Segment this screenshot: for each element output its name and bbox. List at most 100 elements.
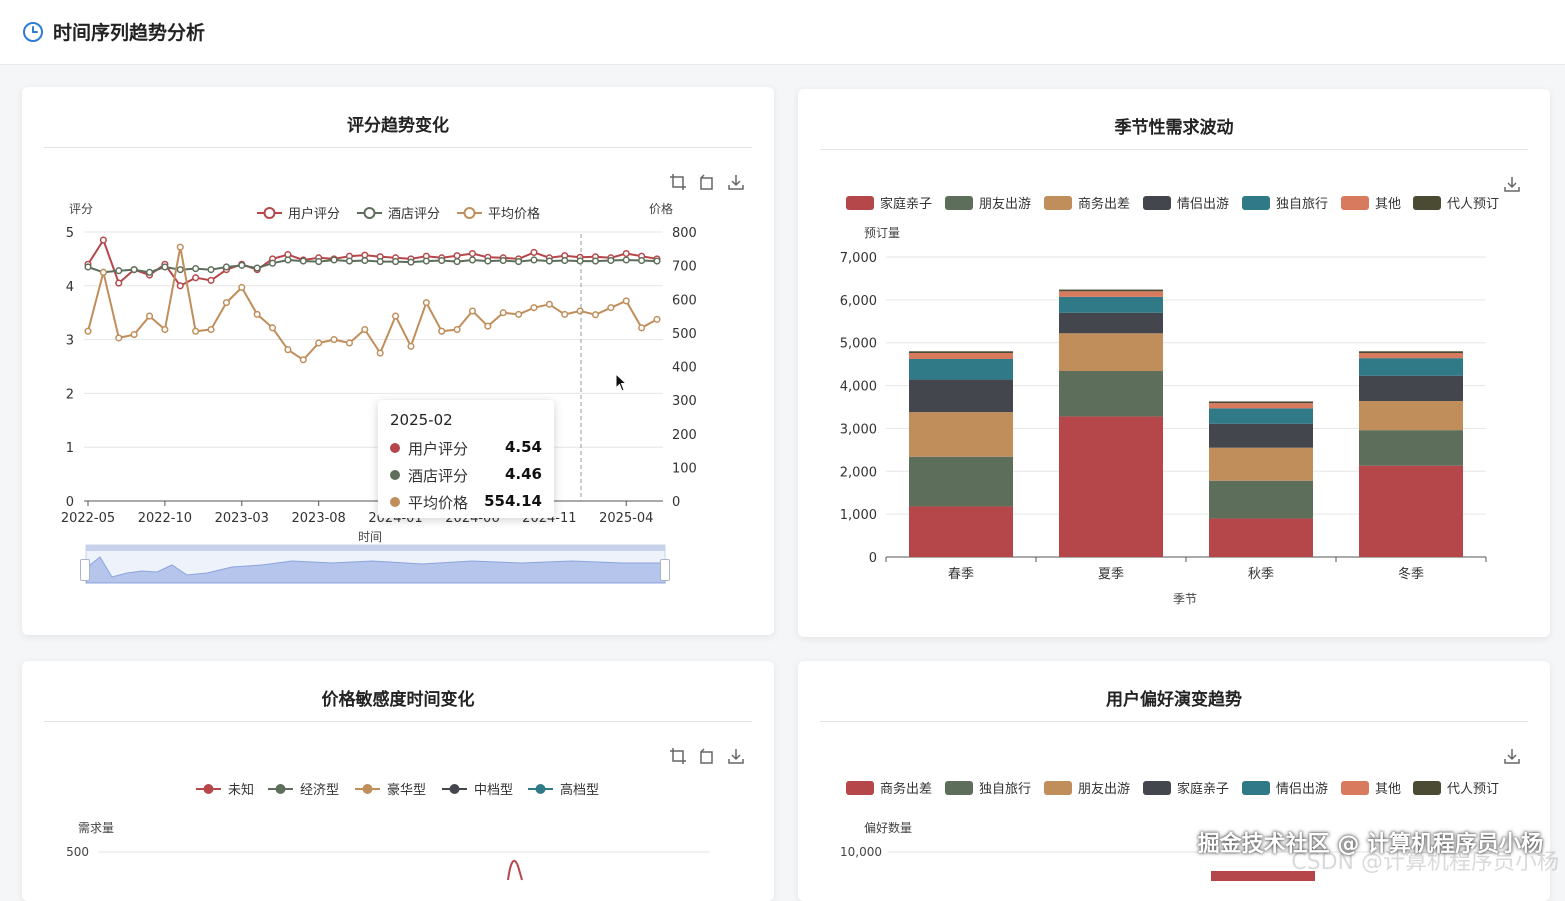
bar-segment	[909, 506, 1013, 557]
data-point	[422, 257, 430, 265]
data-point	[299, 356, 307, 364]
zoom-handle-right[interactable]	[660, 559, 670, 581]
data-point	[591, 253, 600, 261]
data-point	[207, 276, 215, 284]
data-point	[499, 254, 507, 262]
data-point	[468, 307, 477, 315]
data-point	[222, 266, 230, 274]
data-point	[222, 299, 230, 307]
data-point	[115, 334, 123, 342]
data-point	[361, 256, 369, 265]
bar-segment	[1359, 375, 1463, 401]
data-point	[438, 254, 446, 262]
data-point	[576, 257, 584, 265]
legend-swatch	[846, 196, 874, 210]
right-axis-label: 价格	[649, 201, 673, 216]
data-point	[145, 268, 154, 276]
data-point	[176, 243, 184, 251]
bar-segment	[1209, 408, 1313, 424]
data-point	[299, 256, 307, 264]
bar-segment	[1059, 333, 1163, 371]
data-point	[561, 252, 569, 260]
data-point	[515, 255, 523, 263]
data-point	[561, 310, 569, 318]
legend-label: 情侣出游	[1276, 782, 1328, 797]
data-point	[99, 268, 107, 276]
data-point	[145, 312, 154, 320]
legend-swatch	[1242, 196, 1270, 210]
data-point	[361, 325, 369, 334]
bar-segment	[1359, 351, 1463, 353]
series-line	[87, 259, 658, 274]
bar-segment	[909, 456, 1013, 507]
legend-swatch	[1143, 196, 1171, 210]
series-dot	[390, 497, 400, 507]
data-point	[161, 263, 169, 271]
seasonal-bar-chart: 家庭亲子 朋友出游 商务出差 情侣出游 独自旅行 其他 代人预订 预订量 0 1,000 2,0…	[840, 196, 1499, 606]
bar-segment	[1059, 312, 1163, 334]
data-point	[345, 339, 353, 347]
legend-marker	[263, 207, 276, 219]
legend-swatch	[1341, 196, 1369, 210]
data-point	[607, 254, 615, 262]
data-point	[576, 307, 584, 315]
price-sensitivity-chart: 未知 经济型 豪华型 中档型 高档型 需求量 500	[66, 782, 710, 881]
data-point	[484, 257, 492, 265]
data-point	[315, 254, 323, 262]
data-point	[192, 274, 200, 282]
y-tick-label: 10,000	[840, 845, 882, 859]
data-point	[591, 311, 600, 319]
data-zoom-preview	[85, 556, 666, 584]
download-icon[interactable]	[727, 173, 745, 191]
page-header: 时间序列趋势分析	[0, 0, 1565, 65]
legend-label: 其他	[1375, 782, 1401, 797]
legend-label: 独自旅行	[1276, 197, 1328, 212]
tooltip-value: 4.46	[504, 465, 542, 483]
y2-tick-label: 300	[672, 394, 697, 409]
y2-tick-label: 500	[672, 327, 697, 342]
data-point	[253, 310, 261, 318]
zoom-handle-left[interactable]	[80, 559, 90, 581]
data-point	[299, 257, 307, 265]
bar-segment	[1059, 291, 1163, 297]
data-point	[376, 253, 384, 261]
x-axis-label: 季节	[1173, 592, 1197, 606]
data-point	[192, 265, 200, 273]
data-point	[422, 252, 430, 260]
data-point	[130, 331, 138, 339]
zoom-reset-icon[interactable]	[698, 173, 716, 191]
data-point	[407, 258, 415, 266]
tooltip-value: 554.14	[484, 492, 542, 510]
data-point	[315, 339, 323, 347]
data-point	[130, 266, 138, 274]
data-point	[438, 327, 446, 335]
data-point	[622, 297, 630, 305]
y-tick-label: 1,000	[840, 508, 877, 523]
bar-segment	[909, 351, 1013, 353]
legend-label: 未知	[228, 782, 254, 798]
data-point	[192, 327, 200, 335]
x-tick-label: 2023-03	[215, 511, 269, 526]
tooltip-row: 用户评分 4.54	[390, 438, 542, 458]
data-point	[222, 263, 230, 271]
y-tick-label: 500	[66, 845, 89, 859]
x-tick-label: 秋季	[1248, 567, 1274, 582]
bar-segment	[1359, 465, 1463, 557]
data-point	[238, 283, 246, 292]
legend-swatch	[1143, 781, 1171, 795]
data-point	[407, 255, 415, 263]
data-point	[468, 256, 477, 264]
legend-label: 代人预订	[1447, 197, 1499, 212]
zoom-icon[interactable]	[669, 173, 687, 191]
y-axis-label: 预订量	[864, 226, 900, 240]
data-point	[392, 312, 400, 320]
y-tick-label: 0	[869, 551, 877, 566]
bar-segment	[1209, 518, 1313, 557]
legend-marker	[535, 784, 546, 794]
data-point	[622, 249, 630, 258]
y-axis-label: 需求量	[78, 821, 114, 835]
bar-segment	[1359, 353, 1463, 359]
legend-marker	[449, 784, 460, 794]
data-point	[653, 255, 661, 263]
y2-tick-label: 0	[672, 495, 680, 510]
